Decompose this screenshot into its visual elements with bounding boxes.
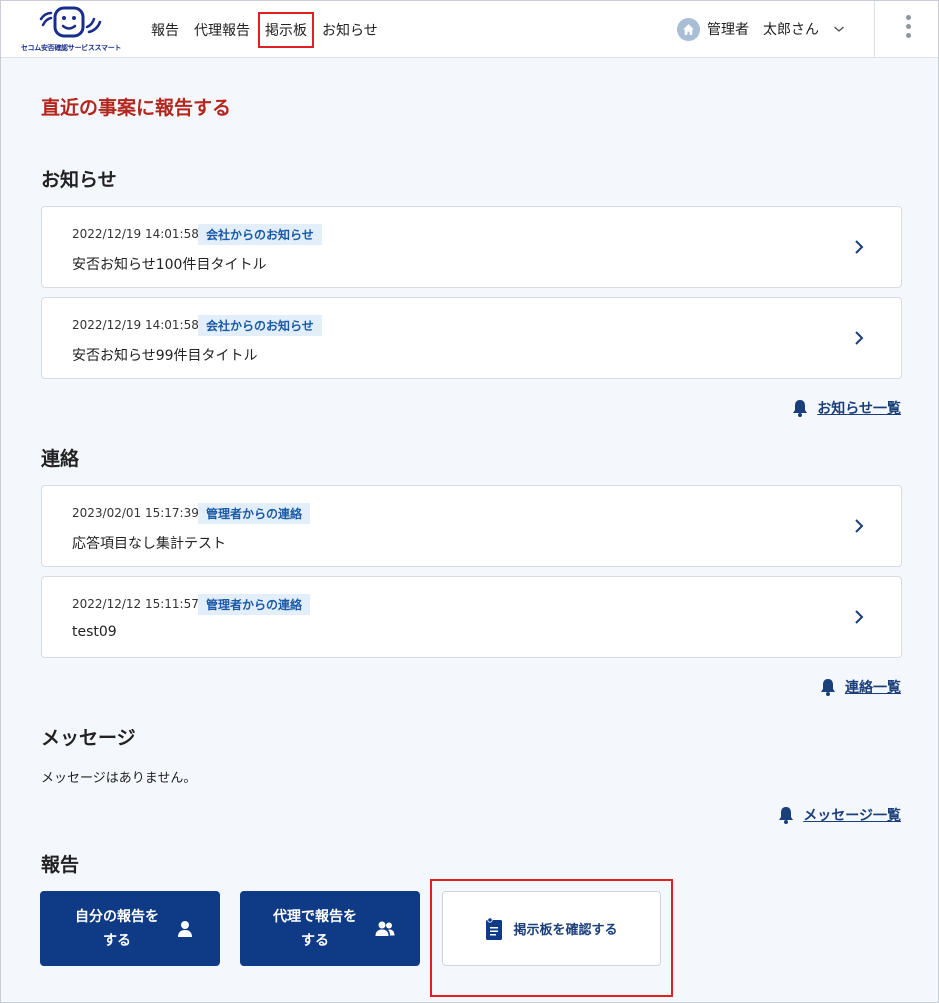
main-nav: 報告 代理報告 掲示板 お知らせ (151, 1, 393, 58)
contact-card[interactable]: 2022/12/12 15:11:57 管理者からの連絡 test09 (41, 576, 902, 658)
report-section-title: 報告 (41, 854, 80, 876)
contact-badge: 管理者からの連絡 (198, 594, 311, 615)
header-divider (874, 1, 875, 58)
proxy-report-label: 代理で報告を する (273, 908, 357, 949)
messages-empty-text: メッセージはありません。 (41, 771, 197, 786)
notices-list-link[interactable]: お知らせ一覧 (791, 398, 901, 418)
home-icon (677, 17, 700, 41)
notice-badge: 会社からのお知らせ (198, 224, 322, 245)
chevron-right-icon (855, 331, 864, 345)
app-logo[interactable]: セコム安否確認サービススマート (19, 5, 123, 55)
chevron-right-icon (855, 519, 864, 533)
top-header: セコム安否確認サービススマート 報告 代理報告 掲示板 お知らせ 管理者 太郎さ… (1, 1, 938, 58)
chevron-right-icon (855, 240, 864, 254)
chevron-right-icon (855, 610, 864, 624)
logo-mascot-icon (39, 6, 102, 38)
notice-date: 2022/12/19 14:01:58 (72, 318, 199, 332)
user-menu[interactable]: 管理者 太郎さん (677, 17, 845, 41)
messages-list-link[interactable]: メッセージ一覧 (777, 805, 901, 825)
contact-date: 2022/12/12 15:11:57 (72, 597, 199, 611)
contact-card[interactable]: 2023/02/01 15:17:39 管理者からの連絡 応答項目なし集計テスト (41, 485, 902, 567)
bell-icon (793, 400, 808, 417)
messages-section-title: メッセージ (41, 727, 136, 749)
notices-list-link-label: お知らせ一覧 (817, 401, 901, 417)
highlight-box (430, 879, 673, 997)
notice-badge: 会社からのお知らせ (198, 315, 322, 336)
people-icon (375, 921, 395, 936)
contacts-list-link[interactable]: 連絡一覧 (819, 677, 901, 697)
bell-icon (821, 679, 835, 696)
page-title[interactable]: 直近の事案に報告する (41, 93, 231, 120)
contact-date: 2023/02/01 15:17:39 (72, 506, 199, 520)
contact-title: 応答項目なし集計テスト (72, 536, 226, 552)
nav-notices[interactable]: お知らせ (322, 17, 378, 43)
contact-title: test09 (72, 624, 117, 640)
contacts-section-title: 連絡 (41, 448, 80, 470)
chevron-down-icon (834, 26, 844, 32)
bell-icon (779, 807, 794, 824)
notice-card[interactable]: 2022/12/19 14:01:58 会社からのお知らせ 安否お知らせ100件… (41, 206, 902, 288)
proxy-report-button[interactable]: 代理で報告を する (240, 891, 420, 966)
notice-date: 2022/12/19 14:01:58 (72, 227, 199, 241)
nav-report[interactable]: 報告 (151, 17, 179, 43)
contacts-list-link-label: 連絡一覧 (845, 680, 901, 696)
app-frame: セコム安否確認サービススマート 報告 代理報告 掲示板 お知らせ 管理者 太郎さ… (0, 0, 939, 1003)
person-icon (178, 920, 192, 937)
self-report-button[interactable]: 自分の報告を する (40, 891, 220, 966)
notice-card[interactable]: 2022/12/19 14:01:58 会社からのお知らせ 安否お知らせ99件目… (41, 297, 902, 379)
user-name: 太郎さん (763, 22, 819, 38)
kebab-menu-icon[interactable] (901, 15, 915, 45)
notices-section-title: お知らせ (41, 169, 117, 191)
user-role: 管理者 (707, 22, 749, 38)
notice-title: 安否お知らせ99件目タイトル (72, 348, 258, 364)
logo-text: セコム安否確認サービススマート (20, 44, 122, 52)
notice-title: 安否お知らせ100件目タイトル (72, 257, 267, 273)
nav-bulletin-board[interactable]: 掲示板 (258, 11, 314, 48)
contact-badge: 管理者からの連絡 (198, 503, 311, 524)
messages-list-link-label: メッセージ一覧 (803, 808, 901, 824)
nav-proxy-report[interactable]: 代理報告 (194, 17, 250, 43)
self-report-label: 自分の報告を する (75, 908, 159, 949)
